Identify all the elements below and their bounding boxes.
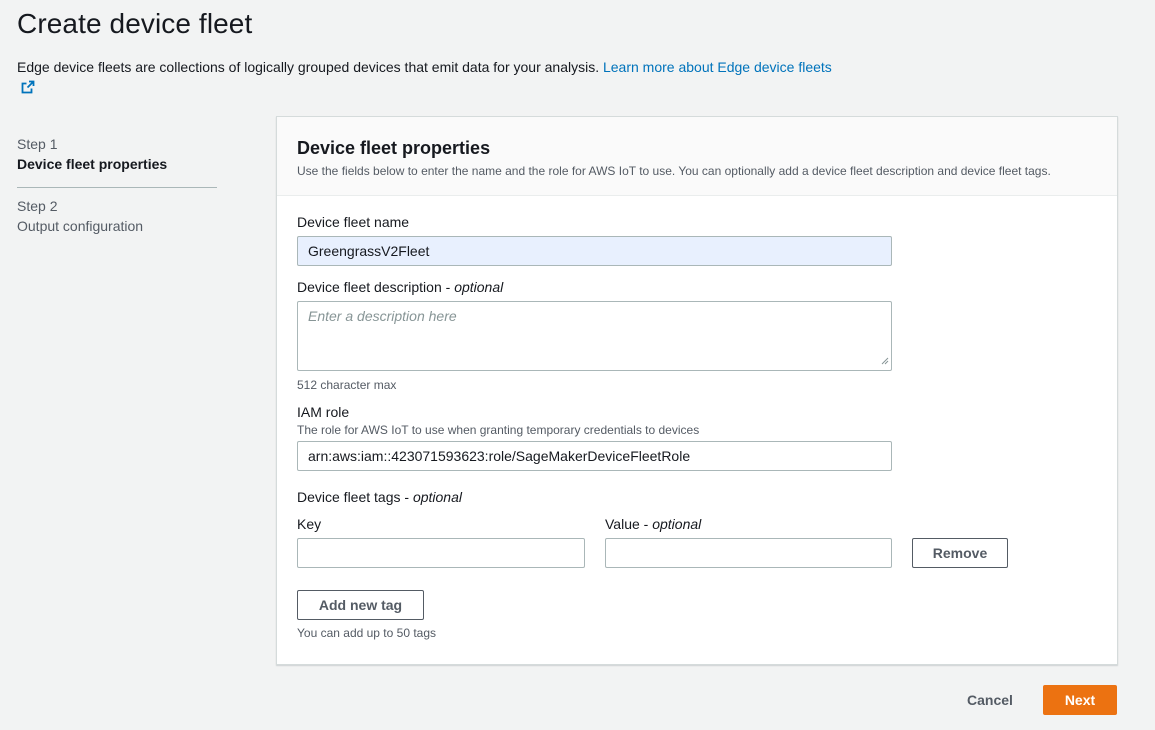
iam-role-hint: The role for AWS IoT to use when grantin… — [297, 423, 700, 437]
intro-text: Edge device fleets are collections of lo… — [17, 59, 603, 75]
optional-tag: optional — [412, 489, 462, 505]
fleet-name-label: Device fleet name — [297, 214, 410, 230]
step-number: Step 1 — [17, 136, 58, 152]
intro-text-block: Edge device fleets are collections of lo… — [17, 57, 837, 99]
step-1[interactable]: Step 1 Device fleet properties — [17, 134, 217, 174]
step-number: Step 2 — [17, 198, 58, 214]
add-new-tag-button[interactable]: Add new tag — [297, 590, 424, 620]
next-button[interactable]: Next — [1043, 685, 1117, 715]
tag-value-label-text: Value - — [605, 516, 653, 532]
description-hint: 512 character max — [297, 378, 397, 392]
description-placeholder: Enter a description here — [308, 308, 457, 324]
step-name: Output configuration — [17, 218, 144, 234]
step-name: Device fleet properties — [17, 156, 168, 172]
tags-label: Device fleet tags - optional — [297, 488, 462, 506]
iam-role-label: IAM role — [297, 404, 350, 420]
tag-value-input[interactable] — [605, 538, 892, 568]
optional-tag: optional — [652, 516, 702, 532]
step-divider — [17, 187, 217, 188]
description-label: Device fleet description - optional — [297, 278, 503, 296]
panel-title: Device fleet properties — [297, 138, 491, 158]
description-textarea[interactable]: Enter a description here — [297, 301, 892, 371]
tag-value-label: Value - optional — [605, 515, 701, 533]
fleet-name-input[interactable]: GreengrassV2Fleet — [297, 236, 892, 266]
panel-description: Use the fields below to enter the name a… — [297, 164, 1051, 178]
panel-header: Device fleet properties Use the fields b… — [277, 117, 1117, 196]
learn-more-link-label: Learn more about Edge device fleets — [602, 59, 832, 75]
optional-tag: optional — [454, 279, 504, 295]
page-title: Create device fleet — [17, 8, 253, 39]
create-device-fleet-page: Create device fleet Edge device fleets a… — [0, 0, 1155, 730]
remove-tag-button[interactable]: Remove — [912, 538, 1008, 568]
step-2[interactable]: Step 2 Output configuration — [17, 196, 217, 236]
description-label-text: Device fleet description - — [297, 279, 455, 295]
tag-key-input[interactable] — [297, 538, 585, 568]
wizard-steps: Step 1 Device fleet properties Step 2 Ou… — [17, 134, 217, 236]
tags-label-text: Device fleet tags - — [297, 489, 413, 505]
iam-role-input[interactable]: arn:aws:iam::423071593623:role/SageMaker… — [297, 441, 892, 471]
resize-grip-icon[interactable] — [881, 352, 889, 368]
external-link-icon — [21, 79, 35, 99]
tag-key-label: Key — [297, 516, 322, 532]
device-fleet-properties-panel: Device fleet properties Use the fields b… — [276, 116, 1118, 665]
tags-hint: You can add up to 50 tags — [297, 626, 437, 640]
cancel-button[interactable]: Cancel — [967, 692, 1013, 708]
